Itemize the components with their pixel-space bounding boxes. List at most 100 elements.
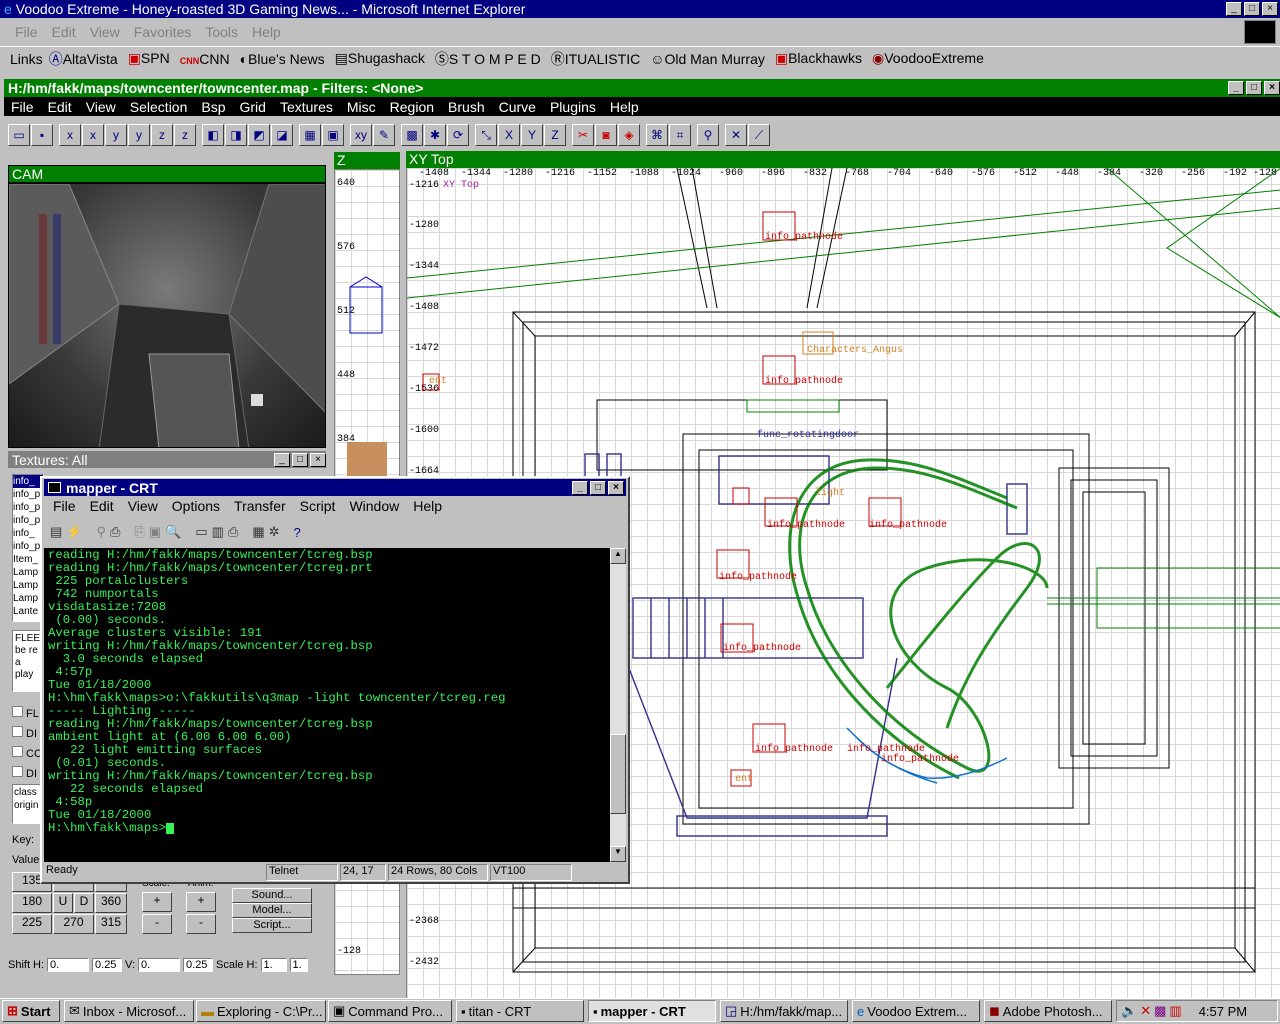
cam-view[interactable] xyxy=(8,183,326,448)
angle-270-button[interactable]: 270 xyxy=(53,914,94,934)
volume-icon[interactable]: 🔈 xyxy=(1121,1003,1137,1019)
open-icon[interactable]: ▭ xyxy=(8,124,30,146)
quick-connect-icon[interactable]: ⚡ xyxy=(66,524,82,540)
angle-180-button[interactable]: 180 xyxy=(12,893,52,913)
select-inside-icon[interactable]: ◪ xyxy=(271,124,293,146)
ie-close-button[interactable]: × xyxy=(1262,2,1278,16)
scale-plus-button[interactable]: + xyxy=(142,892,172,912)
scroll-up-icon[interactable]: ▲ xyxy=(610,548,626,564)
task-command-prompt[interactable]: ▣ Command Pro... xyxy=(328,1000,452,1022)
scale-icon[interactable]: ⤡ xyxy=(475,124,497,146)
task-voodoo-extreme[interactable]: e Voodoo Extrem... xyxy=(852,1000,980,1022)
checkbox[interactable] xyxy=(12,706,23,717)
scale-h-field[interactable]: 1. xyxy=(260,958,287,972)
select-touching-icon[interactable]: ◨ xyxy=(225,124,247,146)
editor-menu-brush[interactable]: Brush xyxy=(441,99,492,115)
terminal-icon[interactable]: ⎙ xyxy=(110,524,120,540)
angle-225-button[interactable]: 225 xyxy=(12,914,52,934)
flip-z-icon[interactable]: z xyxy=(151,124,173,146)
editor-maximize-button[interactable]: □ xyxy=(1246,81,1262,95)
clipper-icon[interactable]: ⟳ xyxy=(447,124,469,146)
tray-app-icon[interactable]: ▥ xyxy=(1169,1003,1181,1019)
save-icon[interactable]: ▪ xyxy=(31,124,53,146)
scale-x-icon[interactable]: X xyxy=(498,124,520,146)
link-spn[interactable]: ▣SPN xyxy=(128,50,170,67)
task-editor[interactable]: ◲ H:/hm/fakk/map... xyxy=(720,1000,848,1022)
crt-menu-help[interactable]: Help xyxy=(406,498,449,514)
ie-title-bar[interactable]: e Voodoo Extreme - Honey-roasted 3D Gami… xyxy=(0,0,1280,18)
find-icon[interactable]: 🔍 xyxy=(165,524,181,540)
tray-app-icon[interactable]: ▩ xyxy=(1154,1003,1166,1019)
checkbox[interactable] xyxy=(12,766,23,777)
anim-plus-button[interactable]: + xyxy=(186,892,216,912)
ie-menu-favorites[interactable]: Favorites xyxy=(127,24,199,40)
scroll-thumb[interactable] xyxy=(610,734,626,814)
link-cnn[interactable]: CNNCNN xyxy=(180,51,230,67)
shift-h-step-field[interactable]: 0.25 xyxy=(92,958,123,972)
list-item[interactable]: Lamp xyxy=(13,566,43,579)
model-button[interactable]: Model... xyxy=(232,903,312,918)
ie-menu-help[interactable]: Help xyxy=(245,24,288,40)
shift-v-step-field[interactable]: 0.25 xyxy=(183,958,214,972)
crt-menu-transfer[interactable]: Transfer xyxy=(227,498,293,514)
editor-menu-file[interactable]: File xyxy=(4,99,41,115)
ie-menu-tools[interactable]: Tools xyxy=(198,24,245,40)
hide-show-icon[interactable]: ▩ xyxy=(401,124,423,146)
ie-minimize-button[interactable]: _ xyxy=(1226,2,1242,16)
crt-menu-window[interactable]: Window xyxy=(342,498,406,514)
crt-menu-view[interactable]: View xyxy=(121,498,165,514)
checkbox[interactable] xyxy=(12,726,23,737)
list-item[interactable]: info_ xyxy=(13,527,43,540)
shift-v-field[interactable]: 0. xyxy=(138,958,181,972)
link-altavista[interactable]: ⒶAltaVista xyxy=(49,49,118,69)
disconnect-icon[interactable]: ⚲ xyxy=(96,524,106,540)
list-item[interactable]: Item_ xyxy=(13,553,43,566)
link-voodooextreme[interactable]: ◉VoodooExtreme xyxy=(872,50,984,67)
editor-title-bar[interactable]: H:/hm/fakk/maps/towncenter/towncenter.ma… xyxy=(4,79,1280,97)
crt-maximize-button[interactable]: □ xyxy=(590,480,606,495)
connect-icon[interactable]: ▤ xyxy=(50,524,62,540)
list-item[interactable]: info_ xyxy=(13,475,43,488)
rotate-x-icon[interactable]: x xyxy=(82,124,104,146)
patch-icon[interactable]: ⌘ xyxy=(646,124,668,146)
task-photoshop[interactable]: ◼ Adobe Photosh... xyxy=(984,1000,1112,1022)
crt-scrollbar[interactable]: ▲ ▼ xyxy=(610,548,626,862)
paste-icon[interactable]: ▣ xyxy=(149,524,161,540)
list-item[interactable]: info_p xyxy=(13,488,43,501)
change-view-icon[interactable]: xy xyxy=(350,124,372,146)
link-stomped[interactable]: ⓈS T O M P E D xyxy=(435,49,541,69)
entity-icon[interactable]: ✱ xyxy=(424,124,446,146)
editor-menu-edit[interactable]: Edit xyxy=(41,99,79,115)
options-icon[interactable]: ✲ xyxy=(269,524,280,540)
task-mapper-crt[interactable]: ▪ mapper - CRT xyxy=(588,1000,716,1022)
capture-icon[interactable]: ▥ xyxy=(212,524,224,540)
crt-menu-file[interactable]: File xyxy=(46,498,83,514)
list-item[interactable]: Lante xyxy=(13,605,43,618)
angle-down-button[interactable]: D xyxy=(74,893,94,913)
vertex-mode-icon[interactable]: ✕ xyxy=(725,124,747,146)
list-item[interactable]: info_p xyxy=(13,501,43,514)
sound-button[interactable]: Sound... xyxy=(232,888,312,903)
scroll-down-icon[interactable]: ▼ xyxy=(610,846,626,862)
crt-minimize-button[interactable]: _ xyxy=(572,480,588,495)
clock[interactable]: 4:57 PM xyxy=(1199,1004,1247,1019)
select-partial-icon[interactable]: ◩ xyxy=(248,124,270,146)
link-old-man-murray[interactable]: ☺Old Man Murray xyxy=(650,51,765,67)
drop-icon[interactable]: ◈ xyxy=(618,124,640,146)
scale-minus-button[interactable]: - xyxy=(142,914,172,934)
editor-menu-curve[interactable]: Curve xyxy=(492,99,543,115)
list-item[interactable]: Lamp xyxy=(13,592,43,605)
editor-menu-selection[interactable]: Selection xyxy=(123,99,195,115)
list-item[interactable]: info_p xyxy=(13,514,43,527)
cubic-clip-icon[interactable]: ✂ xyxy=(572,124,594,146)
select-complete-icon[interactable]: ◧ xyxy=(202,124,224,146)
task-exploring[interactable]: ▬ Exploring - C:\Pr... xyxy=(196,1000,326,1022)
link-blackhawks[interactable]: ▣Blackhawks xyxy=(775,50,862,67)
shift-h-field[interactable]: 0. xyxy=(47,958,90,972)
csg-merge-icon[interactable]: ▣ xyxy=(322,124,344,146)
ie-menu-file[interactable]: File xyxy=(8,24,45,40)
task-titan-crt[interactable]: ▪ titan - CRT xyxy=(456,1000,584,1022)
editor-minimize-button[interactable]: _ xyxy=(1228,81,1244,95)
angle-up-button[interactable]: U xyxy=(53,893,73,913)
script-button[interactable]: Script... xyxy=(232,918,312,933)
